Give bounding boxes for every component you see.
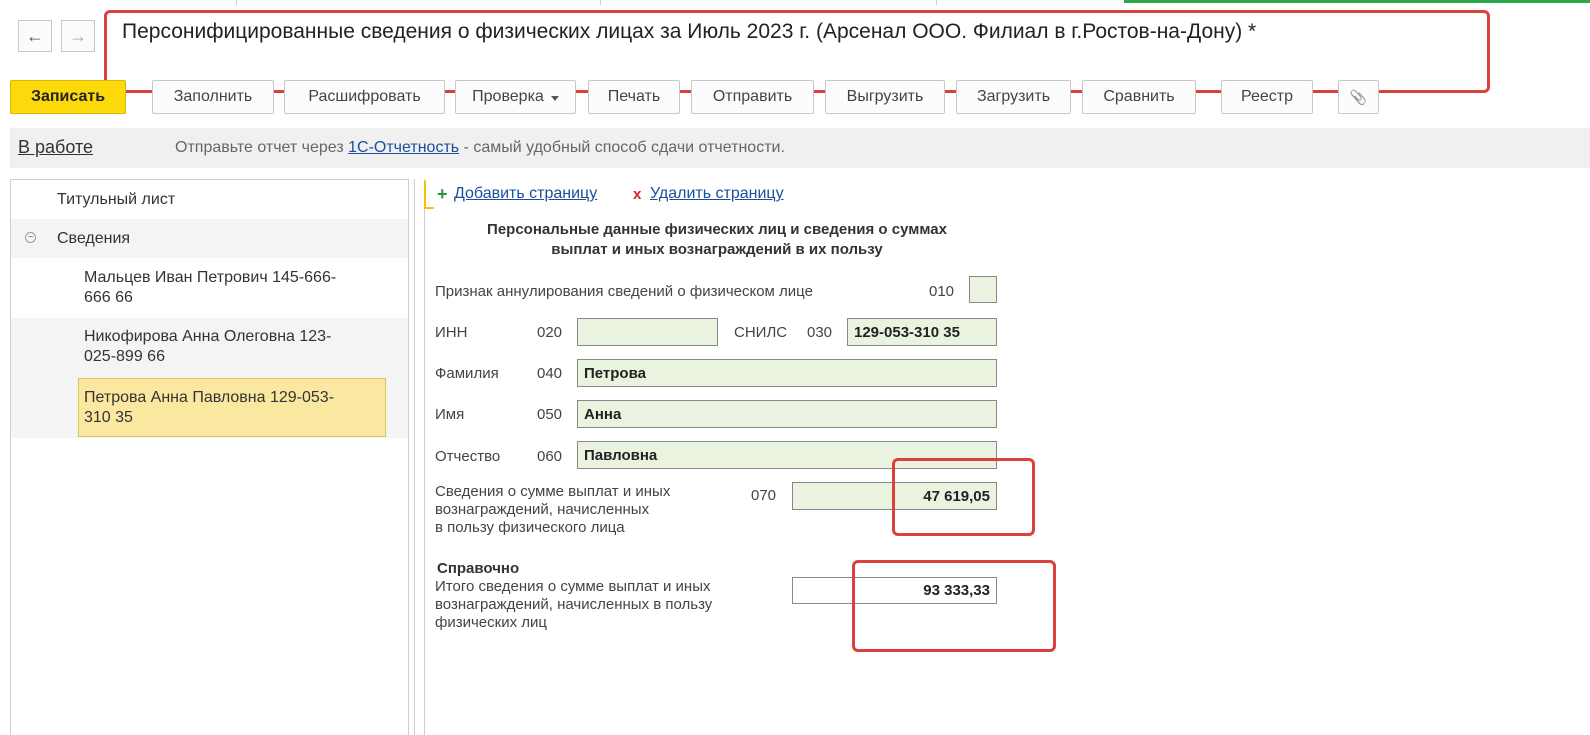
- annul-label: Признак аннулирования сведений о физичес…: [435, 283, 813, 300]
- total-label: Итого сведения о сумме выплат и иных воз…: [435, 578, 712, 632]
- payments-label-line2: вознаграждений, начисленных: [435, 501, 650, 518]
- arrow-right-icon: →: [69, 25, 87, 46]
- reporting-service-link[interactable]: 1С-Отчетность: [348, 139, 459, 156]
- name-label: Имя: [435, 406, 465, 423]
- tab-separator: [936, 0, 937, 5]
- status-link[interactable]: В работе: [18, 137, 93, 158]
- send-button[interactable]: Отправить: [691, 80, 814, 114]
- tree-item-person-2[interactable]: Никофирова Анна Олеговна 123- 025-899 66: [11, 318, 408, 378]
- tree-item-label-line2: 025-899 66: [84, 348, 165, 365]
- chevron-down-icon: [550, 95, 559, 101]
- reference-title: Справочно: [437, 560, 520, 577]
- tree-item-person-3-selected[interactable]: Петрова Анна Павловна 129-053- 310 35: [78, 378, 386, 437]
- total-label-line2: вознаграждений, начисленных в пользу: [435, 596, 713, 613]
- add-page-link[interactable]: Добавить страницу: [454, 185, 597, 203]
- tree-item-label-line1: Петрова Анна Павловна 129-053-: [84, 389, 335, 406]
- active-tab-indicator: [1124, 0, 1590, 3]
- registry-button[interactable]: Реестр: [1221, 80, 1313, 114]
- tree-item-details[interactable]: Сведения: [11, 219, 408, 258]
- tree-item-person-1[interactable]: Мальцев Иван Петрович 145-666- 666 66: [11, 258, 408, 318]
- name-input[interactable]: Анна: [577, 400, 997, 428]
- tree-item-label: Титульный лист: [57, 191, 176, 208]
- page-marker: [424, 181, 434, 209]
- payments-code: 070: [751, 487, 777, 504]
- tree-item-title-page[interactable]: Титульный лист: [11, 180, 408, 219]
- inn-code: 020: [537, 324, 563, 341]
- surname-code: 040: [537, 365, 563, 382]
- delete-page-link[interactable]: Удалить страницу: [650, 185, 784, 203]
- payments-label: Сведения о сумме выплат и иных вознаграж…: [435, 483, 670, 537]
- name-code: 050: [537, 406, 563, 423]
- section-title: Персональные данные физических лиц и све…: [430, 220, 1004, 260]
- reporting-hint: Отправьте отчет через 1С-Отчетность - са…: [175, 139, 785, 157]
- hint-text-before: Отправьте отчет через: [175, 139, 349, 156]
- plus-icon: +: [437, 184, 448, 204]
- print-button[interactable]: Печать: [588, 80, 680, 114]
- snils-label: СНИЛС: [734, 324, 788, 341]
- surname-label: Фамилия: [435, 365, 499, 382]
- tree-item-label-line1: Никофирова Анна Олеговна 123-: [84, 328, 332, 345]
- tree-item-label: Сведения: [57, 230, 131, 247]
- payments-label-line3: в пользу физического лица: [435, 519, 625, 536]
- attach-button[interactable]: 📎: [1338, 80, 1379, 114]
- panel-divider[interactable]: [414, 179, 415, 735]
- total-label-line3: физических лиц: [435, 614, 547, 631]
- tree-item-label-line2: 666 66: [84, 289, 133, 306]
- compare-button[interactable]: Сравнить: [1082, 80, 1196, 114]
- patronymic-code: 060: [537, 448, 563, 465]
- collapse-icon[interactable]: −: [25, 232, 36, 243]
- highlight-box-total: [852, 560, 1056, 652]
- tab-separator: [236, 0, 237, 5]
- snils-input[interactable]: 129-053-310 35: [847, 318, 997, 346]
- payments-label-line1: Сведения о сумме выплат и иных: [435, 483, 671, 500]
- decode-button[interactable]: Расшифровать: [284, 80, 445, 114]
- delete-icon: x: [633, 186, 642, 203]
- fill-button[interactable]: Заполнить: [152, 80, 274, 114]
- surname-input[interactable]: Петрова: [577, 359, 997, 387]
- snils-code: 030: [807, 324, 833, 341]
- patronymic-label: Отчество: [435, 448, 501, 465]
- tab-separator: [600, 0, 601, 5]
- back-button[interactable]: ←: [18, 20, 52, 52]
- export-button[interactable]: Выгрузить: [825, 80, 945, 114]
- highlight-box-payments: [892, 458, 1035, 536]
- section-title-line2: выплат и иных вознаграждений в их пользу: [551, 241, 883, 258]
- inn-input[interactable]: [577, 318, 718, 346]
- import-button[interactable]: Загрузить: [956, 80, 1071, 114]
- total-label-line1: Итого сведения о сумме выплат и иных: [435, 578, 711, 595]
- tree-item-label-line2: 310 35: [84, 409, 133, 426]
- save-button[interactable]: Записать: [10, 80, 126, 114]
- forward-button[interactable]: →: [61, 20, 95, 52]
- annul-code: 010: [929, 283, 955, 300]
- check-dropdown-button[interactable]: Проверка: [455, 80, 576, 114]
- check-button-label: Проверка: [472, 88, 544, 105]
- inn-label: ИНН: [435, 324, 468, 341]
- annul-checkbox[interactable]: [969, 276, 997, 303]
- form-border: [424, 179, 425, 735]
- section-title-line1: Персональные данные физических лиц и све…: [487, 221, 947, 238]
- hint-text-after: - самый удобный способ сдачи отчетности.: [459, 139, 785, 156]
- arrow-left-icon: ←: [26, 25, 44, 46]
- tree-item-label-line1: Мальцев Иван Петрович 145-666-: [84, 269, 337, 286]
- paperclip-icon: 📎: [1349, 88, 1368, 105]
